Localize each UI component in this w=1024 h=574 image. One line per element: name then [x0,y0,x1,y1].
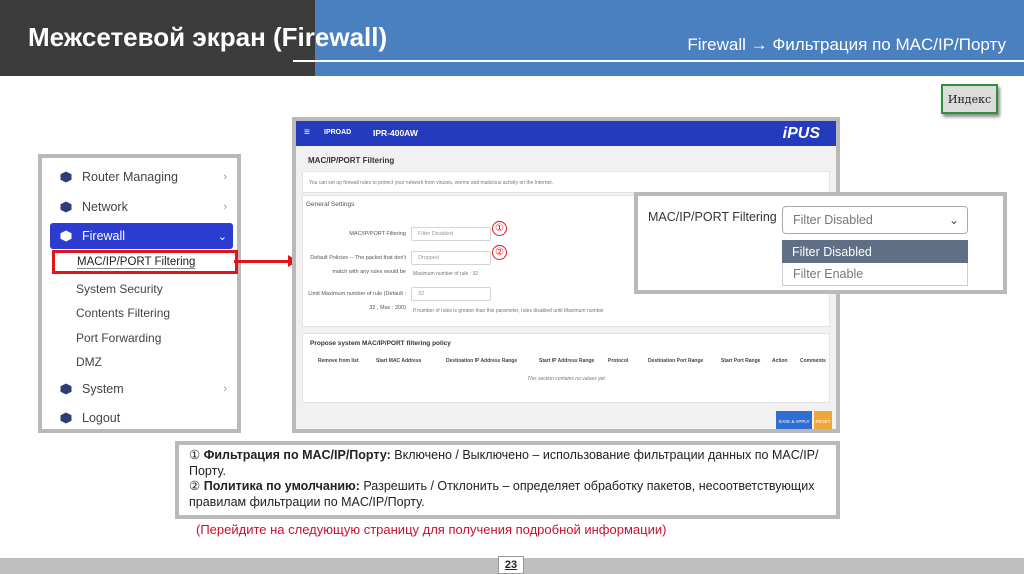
router-topbar: ≡ IPROAD IPR-400AW iPUS [296,121,836,146]
intro-text: You can set up firewall rules to protect… [309,180,554,186]
chevron-down-icon: ⌄ [948,213,959,227]
save-apply-button[interactable]: SAVE & APPLY [776,411,812,429]
table-header-cell: Start IP Address Range [539,358,595,364]
policy-hint: Maximum number of rule : 32 [413,271,479,277]
general-settings-heading: General Settings [306,201,355,208]
sidebar-item-label: Firewall [82,229,126,243]
table-header-cell: Comments [800,358,826,364]
description-item-1: ① Фильтрация по MAC/IP/Порту: Включено /… [189,448,826,479]
menu-icon[interactable]: ≡ [304,127,310,138]
reset-button[interactable]: RESET [814,411,832,429]
sidebar-item-logout[interactable]: Logout [50,405,233,431]
table-header-cell: Start MAC Address [376,358,422,364]
filter-select[interactable]: Filter Disabled [411,227,491,241]
sidebar-item-label: Network [82,200,128,214]
dropdown-selected-value: Filter Disabled [793,213,873,227]
chevron-right-icon: › [223,383,227,395]
page-number[interactable]: 23 [498,556,524,574]
description-term-2: Политика по умолчанию: [203,479,360,493]
limit-hint: If number of rules is greater than this … [413,308,604,314]
table-header-cell: Action [772,358,788,364]
sidebar-item-label: System [82,382,124,396]
dropdown-option-enable[interactable]: Filter Enable [782,263,968,286]
cube-icon [60,201,72,213]
table-header-cell: Destination IP Address Range [446,358,518,364]
chevron-down-icon: ⌄ [217,230,227,243]
filter-label: MAC/IP/PORT Filtering [349,231,406,237]
description-term-1: Фильтрация по MAC/IP/Порту: [203,448,391,462]
cube-icon [60,412,72,424]
limit-input[interactable]: 32 [411,287,491,301]
sidebar-subitem-system-security[interactable]: System Security [76,282,163,296]
sidebar-item-firewall[interactable]: Firewall ⌄ [50,223,233,249]
sidebar-subitem-dmz[interactable]: DMZ [76,355,102,369]
chevron-right-icon: › [223,201,227,213]
sidebar-item-router-managing[interactable]: Router Managing › [50,164,233,190]
dropdown-zoom-panel: MAC/IP/PORT Filtering Filter Disabled ⌄ … [634,192,1007,294]
header-rule [293,60,1024,62]
index-button[interactable]: Индекс [941,84,998,114]
sidebar-item-system[interactable]: System › [50,376,233,402]
next-page-note: (Перейдите на следующую страницу для пол… [196,522,667,537]
sidebar-item-network[interactable]: Network › [50,194,233,220]
marker-1: ① [492,221,507,236]
description-marker-1: ① [189,448,201,462]
sidebar-subitem-port-forwarding[interactable]: Port Forwarding [76,331,161,345]
description-item-2: ② Политика по умолчанию: Разрешить / Отк… [189,479,826,510]
sidebar-menu: Router Managing › Network › Firewall ⌄ M… [38,154,241,433]
cube-icon [60,171,72,183]
policy-select[interactable]: Dropped [411,251,491,265]
cube-icon [60,230,72,242]
policy-label-2: match with any rules would be [332,269,406,275]
brand-logo: IPROAD [324,129,352,136]
description-box: ① Фильтрация по MAC/IP/Порту: Включено /… [175,441,840,519]
sidebar-subitem-contents-filtering[interactable]: Contents Filtering [76,306,170,320]
table-header-cell: Destination Port Range [648,358,704,364]
table-empty-text: This section contains no values yet [527,376,605,382]
chevron-right-icon: › [223,171,227,183]
table-header-cell: Remove from list [318,358,359,364]
sidebar-subitem-mac-ip-port-filtering[interactable]: MAC/IP/PORT Filtering [52,250,238,274]
cube-icon [60,383,72,395]
dropdown-label: MAC/IP/PORT Filtering [648,210,777,224]
limit-label-2: 32 , Max : 200) [369,305,406,311]
sidebar-subitem-label: MAC/IP/PORT Filtering [77,255,196,269]
page-breadcrumb: Firewall → Фильтрация по MAC/IP/Порту [687,35,1006,54]
policy-table-title: Propose system MAC/IP/PORT filtering pol… [310,340,451,347]
policy-label-1: Default Policies -- The packet that don'… [310,255,406,261]
filter-dropdown[interactable]: Filter Disabled ⌄ [782,206,968,234]
table-header-cell: Start Port Range [721,358,761,364]
router-page-title: MAC/IP/PORT Filtering [308,156,395,165]
marker-2: ② [492,245,507,260]
table-header-cell: Protocol [608,358,629,364]
sidebar-item-label: Logout [82,411,121,425]
dropdown-option-disabled[interactable]: Filter Disabled [782,240,968,263]
sidebar-item-label: Router Managing [82,170,178,184]
intro-card: You can set up firewall rules to protect… [302,171,830,193]
pointer-arrow-shaft [234,260,290,263]
description-marker-2: ② [189,479,201,493]
ipus-logo: iPUS [782,125,820,142]
router-model: IPR-400AW [373,128,418,138]
page-title: Межсетевой экран (Firewall) [28,22,388,52]
limit-label-1: Limit Maximum number of rule (Default : [308,291,406,297]
